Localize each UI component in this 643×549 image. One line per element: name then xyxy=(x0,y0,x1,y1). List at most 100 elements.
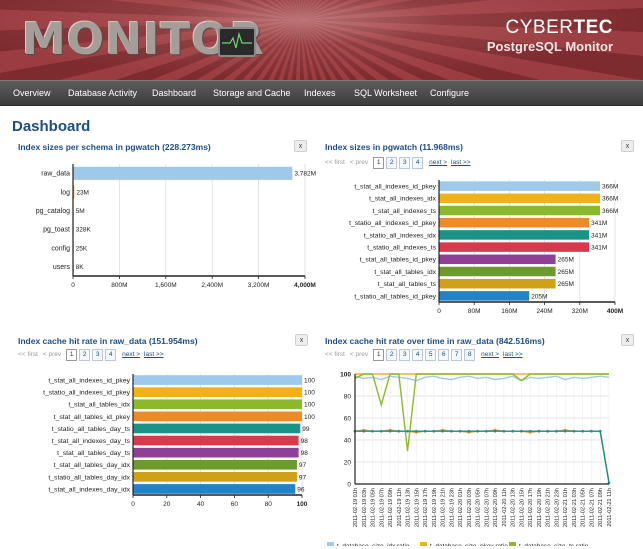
nav-storage-and-cache[interactable]: Storage and Cache xyxy=(213,81,291,106)
x-tick-label: 2011-02-20 01h xyxy=(458,488,464,527)
pager-page-4[interactable]: 4 xyxy=(412,157,424,169)
category-label: raw_data xyxy=(41,171,70,178)
pager-page-6[interactable]: 6 xyxy=(438,349,450,361)
nav-overview[interactable]: Overview xyxy=(13,81,51,106)
pager-page-3[interactable]: 3 xyxy=(399,349,411,361)
x-tick-label: 2011-02-21 03h xyxy=(572,488,578,527)
pager-last-link[interactable]: last >> xyxy=(451,157,471,169)
y-tick-label: 40 xyxy=(344,437,352,444)
x-tick-label: 2011-02-19 07h xyxy=(379,488,385,527)
x-tick-label: 1,600M xyxy=(155,282,177,289)
pager-page-4[interactable]: 4 xyxy=(105,349,117,361)
value-label: 265M xyxy=(558,257,574,264)
pager-prev-link[interactable]: < prev xyxy=(350,157,368,169)
x-tick-label: 0 xyxy=(131,501,135,508)
y-tick-label: 80 xyxy=(344,393,352,400)
x-tick-label: 2011-02-19 23h xyxy=(449,488,455,527)
x-tick-label: 2011-02-20 23h xyxy=(554,488,560,527)
x-tick-label: 4,000M xyxy=(294,282,316,289)
x-tick-label: 240M xyxy=(536,308,552,315)
pager-next-link[interactable]: next > xyxy=(122,349,140,361)
data-point xyxy=(511,429,514,433)
value-label: 5M xyxy=(76,208,85,215)
data-point xyxy=(520,429,523,433)
nav-dashboard[interactable]: Dashboard xyxy=(152,81,196,106)
category-label: t_stat_all_tables_ts xyxy=(378,281,437,288)
main-nav: Overview Database Activity Dashboard Sto… xyxy=(0,80,643,106)
pager-page-2[interactable]: 2 xyxy=(386,157,398,169)
pager-page-1[interactable]: 1 xyxy=(373,349,385,361)
close-panel-button[interactable]: x xyxy=(294,140,307,152)
x-tick-label: 320M xyxy=(572,308,588,315)
nav-indexes[interactable]: Indexes xyxy=(304,81,336,106)
pager-page-2[interactable]: 2 xyxy=(79,349,91,361)
data-point xyxy=(528,429,532,433)
pager-page-3[interactable]: 3 xyxy=(92,349,104,361)
pager-page-7[interactable]: 7 xyxy=(451,349,463,361)
bar xyxy=(73,166,293,180)
x-tick-label: 2011-02-19 19h xyxy=(432,488,438,527)
bar xyxy=(133,459,297,470)
pager-page-1[interactable]: 1 xyxy=(373,157,385,169)
pager-page-3[interactable]: 3 xyxy=(399,157,411,169)
page-title: Dashboard xyxy=(12,118,91,135)
pager-page-4[interactable]: 4 xyxy=(412,349,424,361)
data-point xyxy=(598,429,602,433)
data-point xyxy=(555,429,558,433)
pagination: << first < prev 1 2 3 4 next > last >> xyxy=(325,157,471,169)
close-panel-button[interactable]: x xyxy=(295,334,308,346)
pager-prev-link[interactable]: < prev xyxy=(43,349,61,361)
pager-page-5[interactable]: 5 xyxy=(425,349,437,361)
x-tick-label: 20 xyxy=(163,501,171,508)
pager-prev-link[interactable]: < prev xyxy=(350,349,368,361)
panel-title: Index sizes per schema in pgwatch (228.2… xyxy=(18,142,211,152)
data-point xyxy=(467,429,471,433)
pager-first-link[interactable]: << first xyxy=(325,349,345,361)
pagination: << first < prev 1 2 3 4 5 6 7 8 next > last >> xyxy=(325,349,523,361)
data-point xyxy=(485,429,488,433)
close-panel-button[interactable]: x xyxy=(621,334,634,346)
x-tick-label: 2011-02-19 21h xyxy=(441,488,447,527)
data-point xyxy=(493,429,497,433)
data-point xyxy=(388,429,392,433)
nav-database-activity[interactable]: Database Activity xyxy=(68,81,137,106)
category-label: t_statio_all_indexes_id_pkey xyxy=(349,220,437,227)
y-tick-label: 60 xyxy=(344,415,352,422)
pager-next-link[interactable]: next > xyxy=(481,349,499,361)
pager-first-link[interactable]: << first xyxy=(325,157,345,169)
value-label: 98 xyxy=(301,438,309,445)
x-tick-label: 40 xyxy=(197,501,205,508)
pager-page-8[interactable]: 8 xyxy=(464,349,476,361)
x-tick-label: 2011-02-19 01h xyxy=(353,488,359,527)
pager-last-link[interactable]: last >> xyxy=(144,349,164,361)
category-label: log xyxy=(61,189,70,196)
data-point xyxy=(362,429,366,433)
category-label: t_statio_all_indexes_idx xyxy=(364,232,437,239)
pager-first-link[interactable]: << first xyxy=(18,349,38,361)
panel-title: Index sizes in pgwatch (11.968ms) xyxy=(325,142,463,152)
panel-title: Index cache hit rate over time in raw_da… xyxy=(325,336,545,346)
data-point xyxy=(572,429,576,433)
nav-configure[interactable]: Configure xyxy=(430,81,469,106)
bar xyxy=(133,484,296,494)
x-tick-label: 80M xyxy=(468,308,481,315)
value-label: 205M xyxy=(531,293,547,300)
pager-page-2[interactable]: 2 xyxy=(386,349,398,361)
pager-page-1[interactable]: 1 xyxy=(66,349,78,361)
x-tick-label: 2011-02-20 21h xyxy=(546,488,552,527)
x-tick-label: 2011-02-20 07h xyxy=(484,488,490,527)
x-tick-label: 2011-02-19 13h xyxy=(406,488,412,527)
x-tick-label: 400M xyxy=(607,308,623,315)
nav-sql-worksheet[interactable]: SQL Worksheet xyxy=(354,81,417,106)
pager-next-link[interactable]: next > xyxy=(429,157,447,169)
data-point xyxy=(441,429,444,433)
value-label: 97 xyxy=(299,474,307,481)
category-label: t_statio_all_tables_day_ts xyxy=(52,426,131,433)
legend-swatch xyxy=(327,542,334,546)
legend-label: t_database_size_ts ratio xyxy=(519,543,589,546)
pager-last-link[interactable]: last >> xyxy=(503,349,523,361)
chart-index-sizes: t_stat_all_indexes_id_pkey 366M t_stat_all… xyxy=(349,180,623,315)
category-label: t_stat_all_tables_idx xyxy=(374,269,436,276)
close-panel-button[interactable]: x xyxy=(621,140,634,152)
bar xyxy=(133,472,297,482)
